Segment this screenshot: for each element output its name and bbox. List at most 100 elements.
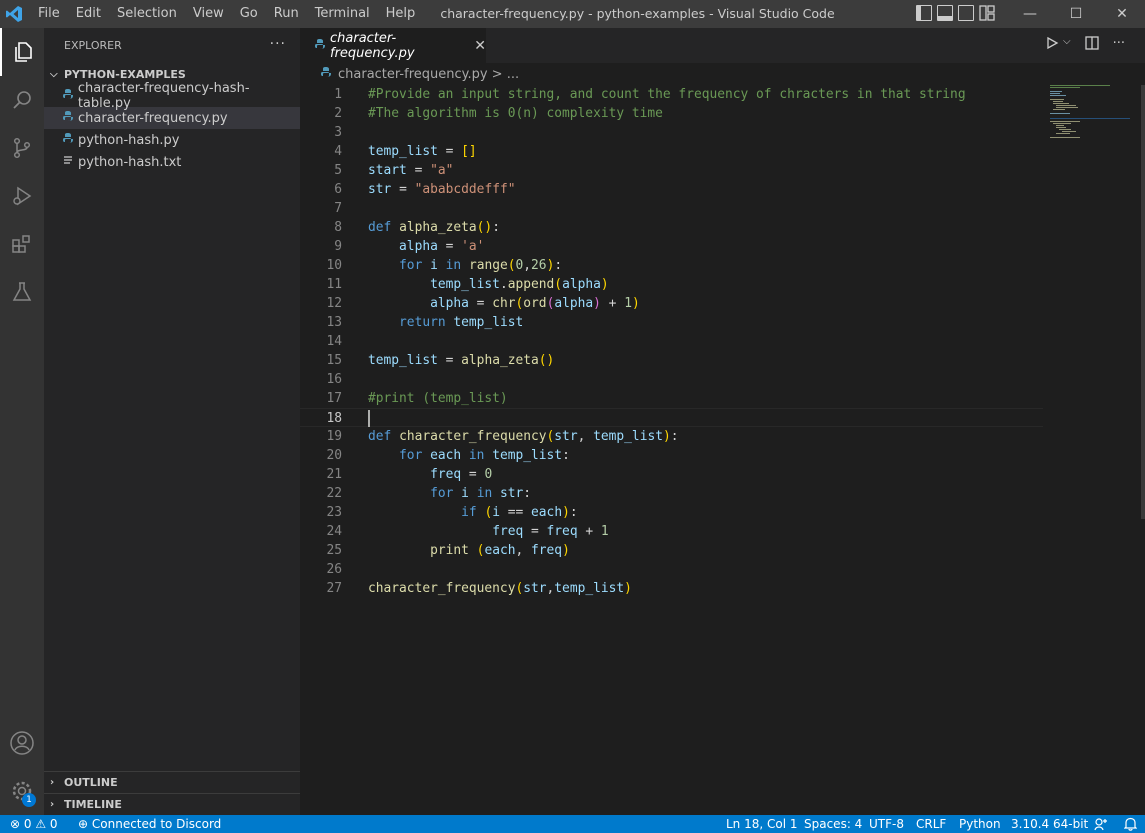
editor-actions: ⌵ ···	[1045, 36, 1125, 54]
run-dropdown-chevron-icon[interactable]: ⌵	[1063, 36, 1071, 54]
notifications-bell-icon[interactable]	[1123, 815, 1138, 833]
toggle-primary-sidebar-icon[interactable]	[916, 5, 932, 21]
testing-flask-icon[interactable]	[0, 268, 44, 316]
encoding[interactable]: UTF-8	[869, 815, 904, 833]
code-line: for i in str:	[430, 486, 532, 501]
status-bar: ⊗ 0 ⚠ 0 ⊕ Connected to Discord Ln 18, Co…	[0, 815, 1145, 833]
chevron-right-icon: ›	[50, 777, 55, 788]
code-line: freq = freq + 1	[492, 524, 609, 539]
line-number: 2	[334, 106, 342, 121]
code-editor[interactable]: 1 #Provide an input string, and count the…	[300, 85, 1145, 815]
extensions-icon[interactable]	[0, 220, 44, 268]
explorer-icon[interactable]	[0, 28, 44, 76]
menu-selection[interactable]: Selection	[109, 0, 185, 28]
discord-status[interactable]: ⊕ Connected to Discord	[78, 815, 221, 833]
line-number: 16	[326, 372, 342, 387]
code-lines: 1 #Provide an input string, and count the…	[300, 85, 1043, 598]
code-line: #print (temp_list)	[368, 391, 508, 406]
menu-edit[interactable]: Edit	[68, 0, 109, 28]
code-line: freq = 0	[430, 467, 493, 482]
problems-indicator[interactable]: ⊗ 0 ⚠ 0	[10, 815, 58, 833]
cursor-position[interactable]: Ln 18, Col 1	[726, 815, 798, 833]
line-number: 10	[326, 258, 342, 273]
customize-layout-icon[interactable]	[979, 5, 995, 21]
line-number: 23	[326, 505, 342, 520]
code-line: alpha = chr(ord(alpha) + 1)	[430, 296, 640, 311]
explorer-title: EXPLORER	[64, 39, 122, 52]
window-controls: — ☐ ✕	[1007, 0, 1145, 28]
line-number: 26	[326, 562, 342, 577]
feedback-icon[interactable]	[1094, 815, 1108, 833]
minimize-button[interactable]: —	[1007, 0, 1053, 28]
scrollbar-thumb[interactable]	[1141, 85, 1145, 519]
line-number: 20	[326, 448, 342, 463]
line-number: 17	[326, 391, 342, 406]
python-interpreter[interactable]: 3.10.4 64-bit	[1011, 815, 1088, 833]
line-number: 11	[326, 277, 342, 292]
tab-label: character-frequency.py	[330, 30, 415, 61]
line-number: 21	[326, 467, 342, 482]
more-actions-icon[interactable]: ···	[270, 36, 286, 52]
line-number: 19	[326, 429, 342, 444]
end-of-line[interactable]: CRLF	[916, 815, 946, 833]
breadcrumb-path[interactable]: character-frequency.py > ...	[338, 67, 519, 82]
split-editor-icon[interactable]	[1084, 36, 1099, 54]
menu-run[interactable]: Run	[266, 0, 307, 28]
outline-section[interactable]: › OUTLINE	[44, 771, 300, 793]
editor-tabs-bar: character-frequency.py ✕ ⌵ ···	[300, 28, 1145, 63]
line-number: 6	[334, 182, 342, 197]
run-debug-icon[interactable]	[0, 172, 44, 220]
toggle-panel-icon[interactable]	[937, 5, 953, 21]
search-icon[interactable]	[0, 76, 44, 124]
text-file-icon	[62, 154, 78, 170]
code-line: if (i == each):	[461, 505, 578, 520]
python-file-icon	[62, 110, 78, 126]
line-number: 13	[326, 315, 342, 330]
vertical-scrollbar[interactable]	[1131, 85, 1145, 815]
text-cursor	[368, 410, 370, 427]
manage-gear-icon[interactable]: 1	[0, 767, 44, 815]
file-item[interactable]: character-frequency-hash-table.py	[44, 81, 300, 111]
file-item[interactable]: python-hash.py	[44, 129, 300, 151]
more-actions-icon[interactable]: ···	[1113, 36, 1125, 54]
current-line: 18	[300, 408, 1043, 427]
close-window-button[interactable]: ✕	[1099, 0, 1145, 28]
python-file-icon	[62, 88, 78, 104]
line-number: 4	[334, 144, 342, 159]
timeline-section[interactable]: › TIMELINE	[44, 793, 300, 815]
language-mode[interactable]: Python	[959, 815, 1001, 833]
code-line: start = "a"	[368, 163, 454, 178]
explorer-sidebar: EXPLORER ··· ⌵ PYTHON-EXAMPLES character…	[44, 28, 300, 815]
sidebar-header: EXPLORER ···	[44, 28, 300, 63]
line-number: 12	[326, 296, 342, 311]
accounts-icon[interactable]	[0, 719, 44, 767]
code-line: character_frequency(str,temp_list)	[368, 581, 632, 596]
maximize-button[interactable]: ☐	[1053, 0, 1099, 28]
window-title: character-frequency.py - python-examples…	[440, 6, 835, 21]
menu-go[interactable]: Go	[232, 0, 266, 28]
line-number: 1	[334, 87, 342, 102]
python-file-icon	[62, 132, 78, 148]
code-line: alpha = 'a'	[399, 239, 485, 254]
line-number: 8	[334, 220, 342, 235]
line-number: 9	[334, 239, 342, 254]
run-python-file-icon[interactable]	[1045, 36, 1059, 54]
code-line: temp_list = []	[368, 144, 477, 159]
tab-character-frequency[interactable]: character-frequency.py ✕	[300, 28, 486, 63]
indentation[interactable]: Spaces: 4	[804, 815, 862, 833]
minimap[interactable]	[1050, 85, 1130, 145]
toggle-secondary-sidebar-icon[interactable]	[958, 5, 974, 21]
tab-close-button[interactable]: ✕	[474, 38, 486, 54]
line-number: 18	[326, 411, 342, 426]
line-number: 3	[334, 125, 342, 140]
source-control-icon[interactable]	[0, 124, 44, 172]
title-bar: File Edit Selection View Go Run Terminal…	[0, 0, 1145, 28]
outline-label: OUTLINE	[64, 776, 118, 789]
code-line: def character_frequency(str, temp_list):	[368, 429, 679, 444]
line-number: 27	[326, 581, 342, 596]
line-number: 25	[326, 543, 342, 558]
sidebar-bottom-sections: › OUTLINE › TIMELINE	[44, 771, 300, 815]
menu-file[interactable]: File	[30, 0, 68, 28]
file-item[interactable]: python-hash.txt	[44, 151, 300, 173]
menu-view[interactable]: View	[185, 0, 232, 28]
